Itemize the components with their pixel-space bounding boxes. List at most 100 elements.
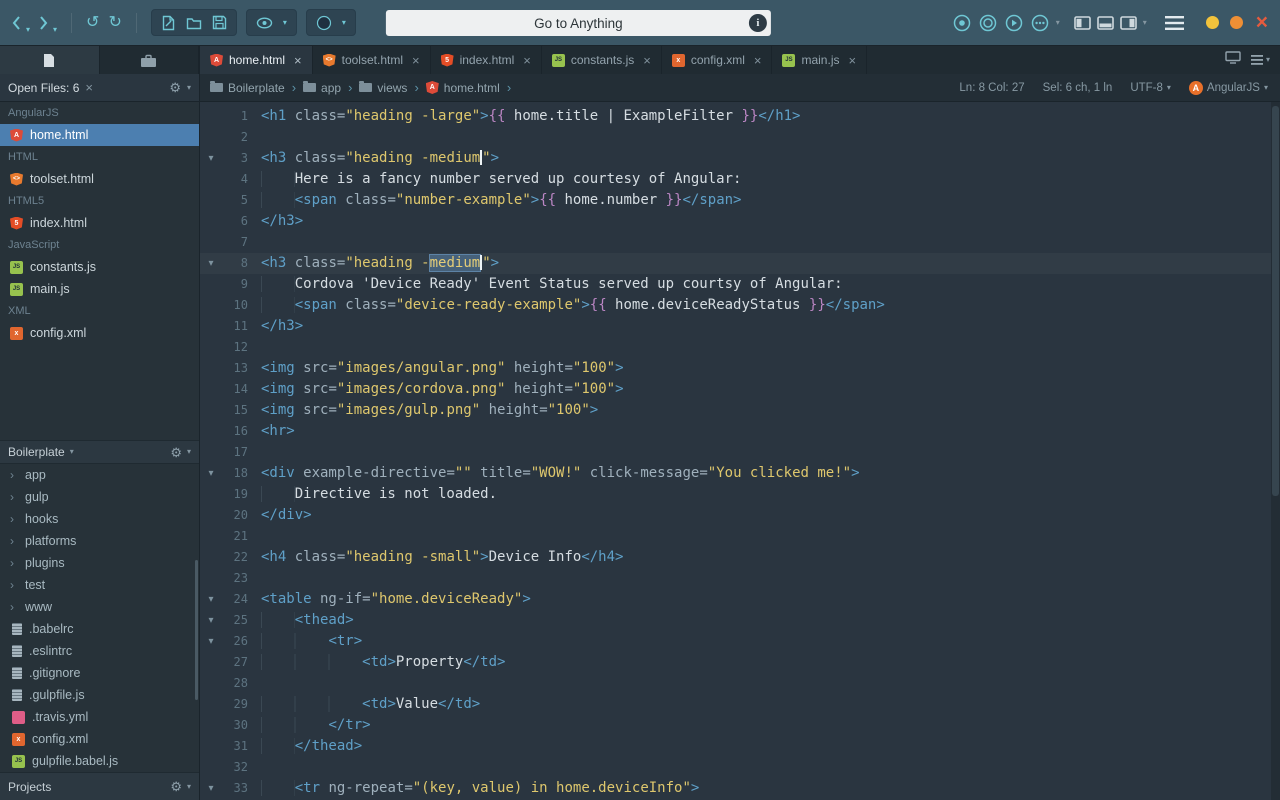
code-line-32[interactable]: 32: [200, 757, 1280, 778]
gear-icon[interactable]: ⚙: [169, 81, 181, 94]
fold-arrow-icon[interactable]: ▾: [200, 253, 222, 274]
caret-down-icon[interactable]: ▾: [187, 84, 191, 92]
code-line-10[interactable]: 10 <span class="device-ready-example">{{…: [200, 295, 1280, 316]
chevron-expand-icon[interactable]: ›: [10, 557, 18, 569]
fold-arrow-icon[interactable]: ▾: [200, 463, 222, 484]
preview-browser-icon[interactable]: [1225, 51, 1241, 69]
tree-file-.babelrc[interactable]: .babelrc: [0, 618, 199, 640]
code-line-30[interactable]: 30 </tr>: [200, 715, 1280, 736]
file-tab-config.xml[interactable]: xconfig.xml×: [662, 46, 773, 74]
file-tab-toolset.html[interactable]: <>toolset.html×: [313, 46, 431, 74]
code-line-12[interactable]: 12: [200, 337, 1280, 358]
code-line-1[interactable]: 1<h1 class="heading -large">{{ home.titl…: [200, 106, 1280, 127]
code-line-33[interactable]: ▾33 <tr ng-repeat="(key, value) in home.…: [200, 778, 1280, 799]
forward-icon[interactable]: [39, 16, 48, 30]
code-line-19[interactable]: 19 Directive is not loaded.: [200, 484, 1280, 505]
code-line-27[interactable]: 27 <td>Property</td>: [200, 652, 1280, 673]
open-file-toolset.html[interactable]: <>toolset.html: [0, 168, 199, 190]
gear-icon[interactable]: ⚙: [170, 446, 182, 459]
code-line-16[interactable]: 16<hr>: [200, 421, 1280, 442]
gear-icon[interactable]: ⚙: [170, 780, 182, 793]
code-line-24[interactable]: ▾24<table ng-if="home.deviceReady">: [200, 589, 1280, 610]
fold-arrow-icon[interactable]: ▾: [200, 589, 222, 610]
code-line-4[interactable]: 4 Here is a fancy number served up court…: [200, 169, 1280, 190]
caret-down-icon[interactable]: ▾: [187, 448, 191, 456]
editor-scrollbar-track[interactable]: [1271, 102, 1280, 800]
tree-file-gulpfile.babel.js[interactable]: JSgulpfile.babel.js: [0, 750, 199, 772]
tab-close-icon[interactable]: ×: [412, 54, 420, 67]
code-line-13[interactable]: 13<img src="images/angular.png" height="…: [200, 358, 1280, 379]
tree-folder-www[interactable]: ›www: [0, 596, 199, 618]
file-tab-home.html[interactable]: Ahome.html×: [200, 46, 313, 74]
code-line-31[interactable]: 31 </thead>: [200, 736, 1280, 757]
sidebar-scrollbar[interactable]: [195, 560, 198, 700]
chevron-expand-icon[interactable]: ›: [10, 491, 18, 503]
tree-file-.travis.yml[interactable]: .travis.yml: [0, 706, 199, 728]
code-line-29[interactable]: 29 <td>Value</td>: [200, 694, 1280, 715]
code-line-7[interactable]: 7: [200, 232, 1280, 253]
code-line-26[interactable]: ▾26 <tr>: [200, 631, 1280, 652]
code-line-5[interactable]: 5 <span class="number-example">{{ home.n…: [200, 190, 1280, 211]
open-folder-icon[interactable]: [186, 16, 202, 30]
encoding-selector[interactable]: UTF-8▾: [1130, 82, 1171, 94]
fold-arrow-icon[interactable]: ▾: [200, 778, 222, 799]
breadcrumb-item-Boilerplate[interactable]: Boilerplate: [210, 81, 285, 95]
tab-close-icon[interactable]: ×: [523, 54, 531, 67]
left-panel-toggle-icon[interactable]: [1074, 16, 1091, 30]
new-file-icon[interactable]: [161, 15, 176, 31]
tab-close-icon[interactable]: ×: [294, 54, 302, 67]
breadcrumb-item-views[interactable]: views: [359, 81, 407, 95]
editor-scrollbar-thumb[interactable]: [1272, 106, 1279, 496]
tab-close-icon[interactable]: ×: [754, 54, 762, 67]
forward-history-caret-icon[interactable]: ▾: [53, 25, 57, 36]
right-panel-toggle-icon[interactable]: [1120, 16, 1137, 30]
redo-icon[interactable]: ↻: [108, 15, 121, 31]
open-file-home.html[interactable]: Ahome.html: [0, 124, 199, 146]
code-line-8[interactable]: ▾8<h3 class="heading -medium">: [200, 253, 1280, 274]
projects-footer[interactable]: Projects ⚙ ▾: [0, 772, 199, 800]
undo-icon[interactable]: ↺: [86, 15, 99, 31]
tree-folder-gulp[interactable]: ›gulp: [0, 486, 199, 508]
breadcrumb-item-app[interactable]: app: [303, 81, 341, 95]
code-line-17[interactable]: 17: [200, 442, 1280, 463]
minimize-button[interactable]: [1206, 16, 1219, 29]
close-panel-icon[interactable]: ×: [85, 80, 93, 95]
code-line-21[interactable]: 21: [200, 526, 1280, 547]
tree-folder-plugins[interactable]: ›plugins: [0, 552, 199, 574]
code-line-25[interactable]: ▾25 <thead>: [200, 610, 1280, 631]
chevron-expand-icon[interactable]: ›: [10, 579, 18, 591]
code-line-18[interactable]: ▾18<div example-directive="" title="WOW!…: [200, 463, 1280, 484]
run-dropdown-button[interactable]: ▾: [306, 9, 356, 36]
record-macro-icon[interactable]: [952, 13, 972, 33]
toolbox-panel-tab[interactable]: [100, 46, 200, 74]
code-line-23[interactable]: 23: [200, 568, 1280, 589]
preview-dropdown-button[interactable]: ▾: [246, 9, 297, 36]
tab-list-icon[interactable]: ▾: [1251, 55, 1270, 65]
play-macro-icon[interactable]: [1004, 13, 1024, 33]
chevron-expand-icon[interactable]: ›: [10, 469, 18, 481]
save-icon[interactable]: [212, 15, 227, 30]
chevron-expand-icon[interactable]: ›: [10, 601, 18, 613]
tree-folder-app[interactable]: ›app: [0, 464, 199, 486]
tree-folder-platforms[interactable]: ›platforms: [0, 530, 199, 552]
chevron-expand-icon[interactable]: ›: [10, 513, 18, 525]
open-file-config.xml[interactable]: xconfig.xml: [0, 322, 199, 344]
file-tab-main.js[interactable]: JSmain.js×: [772, 46, 867, 74]
tree-file-.gitignore[interactable]: .gitignore: [0, 662, 199, 684]
chevron-expand-icon[interactable]: ›: [10, 535, 18, 547]
tab-close-icon[interactable]: ×: [848, 54, 856, 67]
open-file-index.html[interactable]: 5index.html: [0, 212, 199, 234]
open-file-constants.js[interactable]: JSconstants.js: [0, 256, 199, 278]
go-to-anything-search[interactable]: Go to Anything i: [386, 10, 771, 36]
tree-file-.gulpfile.js[interactable]: .gulpfile.js: [0, 684, 199, 706]
fold-arrow-icon[interactable]: ▾: [200, 148, 222, 169]
macro-options-icon[interactable]: [1030, 13, 1050, 33]
code-line-20[interactable]: 20</div>: [200, 505, 1280, 526]
code-line-2[interactable]: 2: [200, 127, 1280, 148]
close-button[interactable]: ×: [1254, 16, 1268, 29]
back-icon[interactable]: [12, 16, 21, 30]
code-line-22[interactable]: 22<h4 class="heading -small">Device Info…: [200, 547, 1280, 568]
back-history-caret-icon[interactable]: ▾: [26, 25, 30, 36]
code-line-11[interactable]: 11</h3>: [200, 316, 1280, 337]
tree-file-.eslintrc[interactable]: .eslintrc: [0, 640, 199, 662]
